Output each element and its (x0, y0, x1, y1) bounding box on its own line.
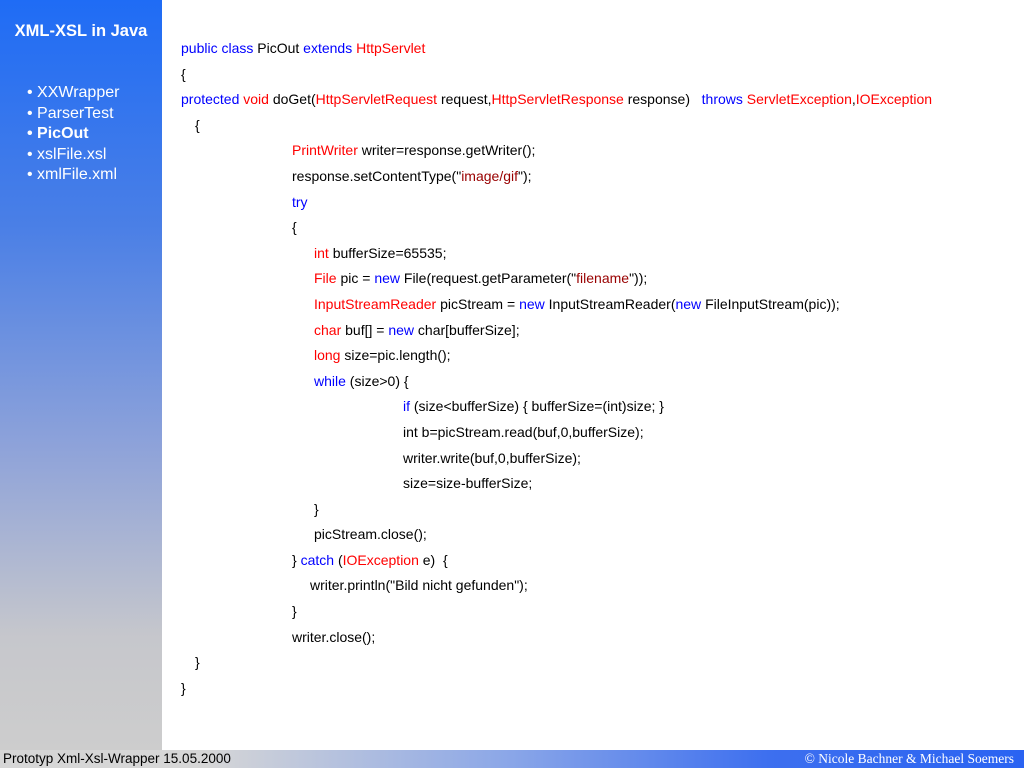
code-token: response.setContentType(" (292, 167, 462, 184)
code-line: writer.write(buf,0,bufferSize); (181, 448, 932, 474)
code-token: picStream.close(); (314, 526, 427, 543)
code-line: int b=picStream.read(buf,0,bufferSize); (181, 422, 932, 448)
code-token: new (519, 295, 549, 312)
code-token: size=size-bufferSize; (403, 475, 533, 492)
code-line: if (size<bufferSize) { bufferSize=(int)s… (181, 396, 932, 422)
code-line: } (181, 652, 932, 678)
code-token: pic = (340, 270, 375, 287)
code-token: HttpServletRequest (315, 91, 441, 108)
code-line: int bufferSize=65535; (181, 243, 932, 269)
code-line: writer.close(); (181, 627, 932, 653)
code-token: } (195, 654, 200, 671)
code-token: "); (518, 167, 532, 184)
code-line: { (181, 217, 932, 243)
code-line: writer.println("Bild nicht gefunden"); (181, 575, 932, 601)
code-token: new (675, 295, 706, 312)
code-token: request, (440, 91, 492, 108)
nav-item[interactable]: • xmlFile.xml (27, 165, 119, 186)
code-token: writer=response.getWriter(); (361, 142, 536, 159)
nav-item[interactable]: • xslFile.xsl (27, 145, 119, 166)
code-token: if (403, 398, 414, 415)
code-token: response) (627, 91, 702, 108)
code-token: HttpServletResponse (491, 91, 628, 108)
code-listing: public class PicOut extends HttpServlet{… (181, 38, 932, 703)
code-token: { (292, 219, 297, 236)
code-token: HttpServlet (356, 40, 426, 56)
code-line: } (181, 678, 932, 704)
code-token: InputStreamReader( (548, 295, 676, 312)
code-token: File(request.getParameter(" (403, 270, 577, 287)
code-token: { (181, 65, 186, 82)
code-token: PrintWriter (292, 142, 362, 159)
code-token: PicOut (257, 40, 304, 56)
code-line: } (181, 601, 932, 627)
code-line: try (181, 192, 932, 218)
code-token: doGet( (272, 91, 316, 108)
code-token: IOException (855, 91, 933, 108)
code-line: picStream.close(); (181, 524, 932, 550)
code-token: { (195, 116, 200, 133)
code-token: FileInputStream(pic)); (705, 295, 840, 312)
code-token: new (374, 270, 404, 287)
slide-navigation: • XXWrapper • ParserTest • PicOut • xslFile… (27, 83, 119, 186)
code-token: char (314, 321, 346, 338)
code-line: InputStreamReader picStream = new InputS… (181, 294, 932, 320)
nav-item[interactable]: • ParserTest (27, 104, 119, 125)
code-line: char buf[] = new char[bufferSize]; (181, 320, 932, 346)
code-token: } (314, 500, 319, 517)
nav-item[interactable]: • XXWrapper (27, 83, 119, 104)
code-token: e) { (422, 551, 448, 568)
sidebar: XML-XSL in Java • XXWrapper • ParserTest •… (0, 0, 162, 750)
code-token: bufferSize=65535; (332, 244, 447, 261)
code-line: response.setContentType("image/gif"); (181, 166, 932, 192)
code-token: } (292, 603, 297, 620)
code-token: new (388, 321, 418, 338)
code-token: InputStreamReader (314, 295, 441, 312)
code-token: filename (576, 270, 630, 287)
code-token: (size>0) { (349, 372, 409, 389)
footer-bar: Prototyp Xml-Xsl-Wrapper 15.05.2000 © Ni… (0, 750, 1024, 768)
code-line: } catch (IOException e) { (181, 550, 932, 576)
code-token: writer.write(buf,0,bufferSize); (403, 449, 581, 466)
code-token: throws (701, 91, 747, 108)
code-token: size=pic.length(); (344, 347, 451, 364)
code-line: } (181, 499, 932, 525)
code-token: char[bufferSize]; (417, 321, 520, 338)
code-line: long size=pic.length(); (181, 345, 932, 371)
code-token: writer.close(); (292, 628, 376, 645)
code-line: PrintWriter writer=response.getWriter(); (181, 140, 932, 166)
code-token: int (314, 244, 333, 261)
code-token: while (314, 372, 350, 389)
code-token: void (243, 91, 273, 108)
code-line: while (size>0) { (181, 371, 932, 397)
code-token: File (314, 270, 341, 287)
code-token: catch (300, 551, 338, 568)
code-token: writer.println("Bild nicht gefunden"); (310, 577, 528, 594)
code-line: public class PicOut extends HttpServlet (181, 38, 932, 64)
code-token: ServletException (746, 91, 852, 108)
code-token: try (292, 193, 308, 210)
code-token: ")); (629, 270, 648, 287)
code-token: long (314, 347, 345, 364)
code-line: File pic = new File(request.getParameter… (181, 268, 932, 294)
code-token: protected (181, 91, 244, 108)
code-token: public class (181, 40, 258, 56)
presentation-title: XML-XSL in Java (14, 22, 148, 40)
nav-item[interactable]: • PicOut (27, 124, 119, 145)
code-line: { (181, 64, 932, 90)
code-token: } (181, 679, 186, 696)
code-token: buf[] = (345, 321, 389, 338)
code-line: size=size-bufferSize; (181, 473, 932, 499)
footer-project-date: Prototyp Xml-Xsl-Wrapper 15.05.2000 (3, 751, 231, 766)
code-token: (size<bufferSize) { bufferSize=(int)size… (413, 398, 664, 415)
code-token: int b=picStream.read(buf,0,bufferSize); (403, 423, 644, 440)
code-token: extends (303, 40, 357, 56)
code-line: { (181, 115, 932, 141)
code-token: image/gif (461, 167, 518, 184)
code-token: picStream = (440, 295, 520, 312)
footer-copyright: © Nicole Bachner & Michael Soemers (804, 751, 1014, 766)
code-token: IOException (342, 551, 423, 568)
code-line: protected void doGet(HttpServletRequest … (181, 89, 932, 115)
code-token: } (292, 551, 301, 568)
